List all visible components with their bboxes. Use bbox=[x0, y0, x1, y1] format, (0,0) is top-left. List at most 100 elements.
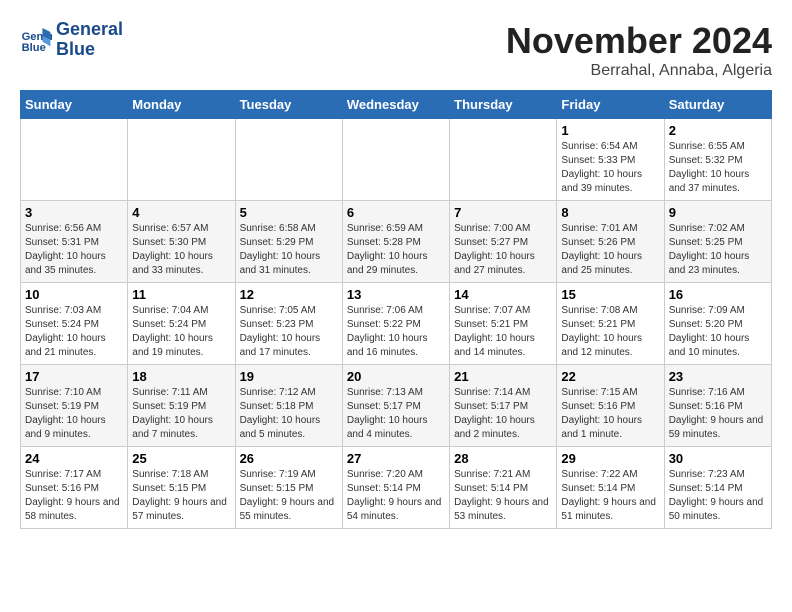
day-info: Sunrise: 7:21 AMSunset: 5:14 PMDaylight:… bbox=[454, 468, 552, 524]
calendar-table: Sunday Monday Tuesday Wednesday Thursday… bbox=[20, 90, 772, 529]
day-number: 5 bbox=[240, 205, 338, 220]
calendar-week-2: 10 Sunrise: 7:03 AMSunset: 5:24 PMDayligh… bbox=[21, 283, 772, 365]
day-info: Sunrise: 6:57 AMSunset: 5:30 PMDaylight:… bbox=[132, 222, 230, 278]
header: General Blue General Blue November 2024 … bbox=[20, 20, 772, 80]
day-info: Sunrise: 6:59 AMSunset: 5:28 PMDaylight:… bbox=[347, 222, 445, 278]
day-info: Sunrise: 7:15 AMSunset: 5:16 PMDaylight:… bbox=[561, 386, 659, 442]
month-title: November 2024 bbox=[506, 20, 772, 62]
calendar-cell: 26 Sunrise: 7:19 AMSunset: 5:15 PMDayligh… bbox=[235, 447, 342, 529]
day-info: Sunrise: 7:06 AMSunset: 5:22 PMDaylight:… bbox=[347, 304, 445, 360]
calendar-cell: 4Sunrise: 6:57 AMSunset: 5:30 PMDaylight… bbox=[128, 201, 235, 283]
day-info: Sunrise: 7:05 AMSunset: 5:23 PMDaylight:… bbox=[240, 304, 338, 360]
day-number: 8 bbox=[561, 205, 659, 220]
day-info: Sunrise: 6:54 AMSunset: 5:33 PMDaylight:… bbox=[561, 140, 659, 196]
calendar-cell: 1 Sunrise: 6:54 AMSunset: 5:33 PMDaylight… bbox=[557, 119, 664, 201]
calendar-cell: 27 Sunrise: 7:20 AMSunset: 5:14 PMDayligh… bbox=[342, 447, 449, 529]
day-number: 20 bbox=[347, 369, 445, 384]
day-info: Sunrise: 7:12 AMSunset: 5:18 PMDaylight:… bbox=[240, 386, 338, 442]
day-number: 18 bbox=[132, 369, 230, 384]
logo: General Blue General Blue bbox=[20, 20, 123, 60]
calendar-cell: 30 Sunrise: 7:23 AMSunset: 5:14 PMDayligh… bbox=[664, 447, 771, 529]
day-number: 29 bbox=[561, 451, 659, 466]
day-info: Sunrise: 7:07 AMSunset: 5:21 PMDaylight:… bbox=[454, 304, 552, 360]
day-number: 13 bbox=[347, 287, 445, 302]
calendar-cell: 8 Sunrise: 7:01 AMSunset: 5:26 PMDaylight… bbox=[557, 201, 664, 283]
logo-line2: Blue bbox=[56, 40, 123, 60]
day-number: 28 bbox=[454, 451, 552, 466]
day-info: Sunrise: 7:09 AMSunset: 5:20 PMDaylight:… bbox=[669, 304, 767, 360]
weekday-header-row: Sunday Monday Tuesday Wednesday Thursday… bbox=[21, 91, 772, 119]
day-number: 26 bbox=[240, 451, 338, 466]
calendar-cell: 24 Sunrise: 7:17 AMSunset: 5:16 PMDayligh… bbox=[21, 447, 128, 529]
header-thursday: Thursday bbox=[450, 91, 557, 119]
day-number: 6 bbox=[347, 205, 445, 220]
location-subtitle: Berrahal, Annaba, Algeria bbox=[506, 62, 772, 80]
calendar-week-0: 1 Sunrise: 6:54 AMSunset: 5:33 PMDaylight… bbox=[21, 119, 772, 201]
calendar-cell: 28 Sunrise: 7:21 AMSunset: 5:14 PMDayligh… bbox=[450, 447, 557, 529]
day-number: 25 bbox=[132, 451, 230, 466]
day-number: 14 bbox=[454, 287, 552, 302]
calendar-week-3: 17 Sunrise: 7:10 AMSunset: 5:19 PMDayligh… bbox=[21, 365, 772, 447]
calendar-cell: 11Sunrise: 7:04 AMSunset: 5:24 PMDayligh… bbox=[128, 283, 235, 365]
calendar-cell: 6 Sunrise: 6:59 AMSunset: 5:28 PMDaylight… bbox=[342, 201, 449, 283]
day-number: 1 bbox=[561, 123, 659, 138]
day-info: Sunrise: 7:19 AMSunset: 5:15 PMDaylight:… bbox=[240, 468, 338, 524]
day-info: Sunrise: 7:17 AMSunset: 5:16 PMDaylight:… bbox=[25, 468, 123, 524]
day-number: 3 bbox=[25, 205, 123, 220]
calendar-cell: 13 Sunrise: 7:06 AMSunset: 5:22 PMDayligh… bbox=[342, 283, 449, 365]
header-friday: Friday bbox=[557, 91, 664, 119]
day-number: 9 bbox=[669, 205, 767, 220]
calendar-cell bbox=[342, 119, 449, 201]
calendar-cell: 18 Sunrise: 7:11 AMSunset: 5:19 PMDayligh… bbox=[128, 365, 235, 447]
day-number: 16 bbox=[669, 287, 767, 302]
calendar-cell: 2Sunrise: 6:55 AMSunset: 5:32 PMDaylight… bbox=[664, 119, 771, 201]
day-info: Sunrise: 7:01 AMSunset: 5:26 PMDaylight:… bbox=[561, 222, 659, 278]
calendar-body: 1 Sunrise: 6:54 AMSunset: 5:33 PMDaylight… bbox=[21, 119, 772, 529]
day-info: Sunrise: 7:20 AMSunset: 5:14 PMDaylight:… bbox=[347, 468, 445, 524]
day-info: Sunrise: 7:23 AMSunset: 5:14 PMDaylight:… bbox=[669, 468, 767, 524]
day-info: Sunrise: 7:00 AMSunset: 5:27 PMDaylight:… bbox=[454, 222, 552, 278]
calendar-cell: 10 Sunrise: 7:03 AMSunset: 5:24 PMDayligh… bbox=[21, 283, 128, 365]
day-info: Sunrise: 7:16 AMSunset: 5:16 PMDaylight:… bbox=[669, 386, 767, 442]
day-number: 2 bbox=[669, 123, 767, 138]
calendar-cell: 22Sunrise: 7:15 AMSunset: 5:16 PMDayligh… bbox=[557, 365, 664, 447]
calendar-cell: 17 Sunrise: 7:10 AMSunset: 5:19 PMDayligh… bbox=[21, 365, 128, 447]
calendar-cell bbox=[450, 119, 557, 201]
title-area: November 2024 Berrahal, Annaba, Algeria bbox=[506, 20, 772, 80]
calendar-cell: 3 Sunrise: 6:56 AMSunset: 5:31 PMDaylight… bbox=[21, 201, 128, 283]
day-info: Sunrise: 7:14 AMSunset: 5:17 PMDaylight:… bbox=[454, 386, 552, 442]
day-info: Sunrise: 7:03 AMSunset: 5:24 PMDaylight:… bbox=[25, 304, 123, 360]
day-number: 12 bbox=[240, 287, 338, 302]
day-number: 23 bbox=[669, 369, 767, 384]
day-number: 21 bbox=[454, 369, 552, 384]
calendar-cell: 12 Sunrise: 7:05 AMSunset: 5:23 PMDayligh… bbox=[235, 283, 342, 365]
day-number: 7 bbox=[454, 205, 552, 220]
calendar-cell: 14 Sunrise: 7:07 AMSunset: 5:21 PMDayligh… bbox=[450, 283, 557, 365]
day-number: 17 bbox=[25, 369, 123, 384]
calendar-header: Sunday Monday Tuesday Wednesday Thursday… bbox=[21, 91, 772, 119]
logo-icon: General Blue bbox=[20, 24, 52, 56]
day-info: Sunrise: 6:56 AMSunset: 5:31 PMDaylight:… bbox=[25, 222, 123, 278]
day-info: Sunrise: 6:58 AMSunset: 5:29 PMDaylight:… bbox=[240, 222, 338, 278]
calendar-cell: 5 Sunrise: 6:58 AMSunset: 5:29 PMDaylight… bbox=[235, 201, 342, 283]
calendar-cell: 16 Sunrise: 7:09 AMSunset: 5:20 PMDayligh… bbox=[664, 283, 771, 365]
calendar-cell: 15Sunrise: 7:08 AMSunset: 5:21 PMDayligh… bbox=[557, 283, 664, 365]
calendar-cell bbox=[235, 119, 342, 201]
day-info: Sunrise: 7:10 AMSunset: 5:19 PMDaylight:… bbox=[25, 386, 123, 442]
calendar-cell: 23 Sunrise: 7:16 AMSunset: 5:16 PMDayligh… bbox=[664, 365, 771, 447]
day-number: 10 bbox=[25, 287, 123, 302]
header-saturday: Saturday bbox=[664, 91, 771, 119]
day-number: 19 bbox=[240, 369, 338, 384]
svg-text:Blue: Blue bbox=[22, 42, 46, 54]
logo-line1: General bbox=[56, 20, 123, 40]
calendar-cell: 20 Sunrise: 7:13 AMSunset: 5:17 PMDayligh… bbox=[342, 365, 449, 447]
day-number: 27 bbox=[347, 451, 445, 466]
header-sunday: Sunday bbox=[21, 91, 128, 119]
day-number: 30 bbox=[669, 451, 767, 466]
calendar-week-4: 24 Sunrise: 7:17 AMSunset: 5:16 PMDayligh… bbox=[21, 447, 772, 529]
day-info: Sunrise: 7:11 AMSunset: 5:19 PMDaylight:… bbox=[132, 386, 230, 442]
day-info: Sunrise: 7:13 AMSunset: 5:17 PMDaylight:… bbox=[347, 386, 445, 442]
header-wednesday: Wednesday bbox=[342, 91, 449, 119]
day-number: 24 bbox=[25, 451, 123, 466]
calendar-cell: 19 Sunrise: 7:12 AMSunset: 5:18 PMDayligh… bbox=[235, 365, 342, 447]
